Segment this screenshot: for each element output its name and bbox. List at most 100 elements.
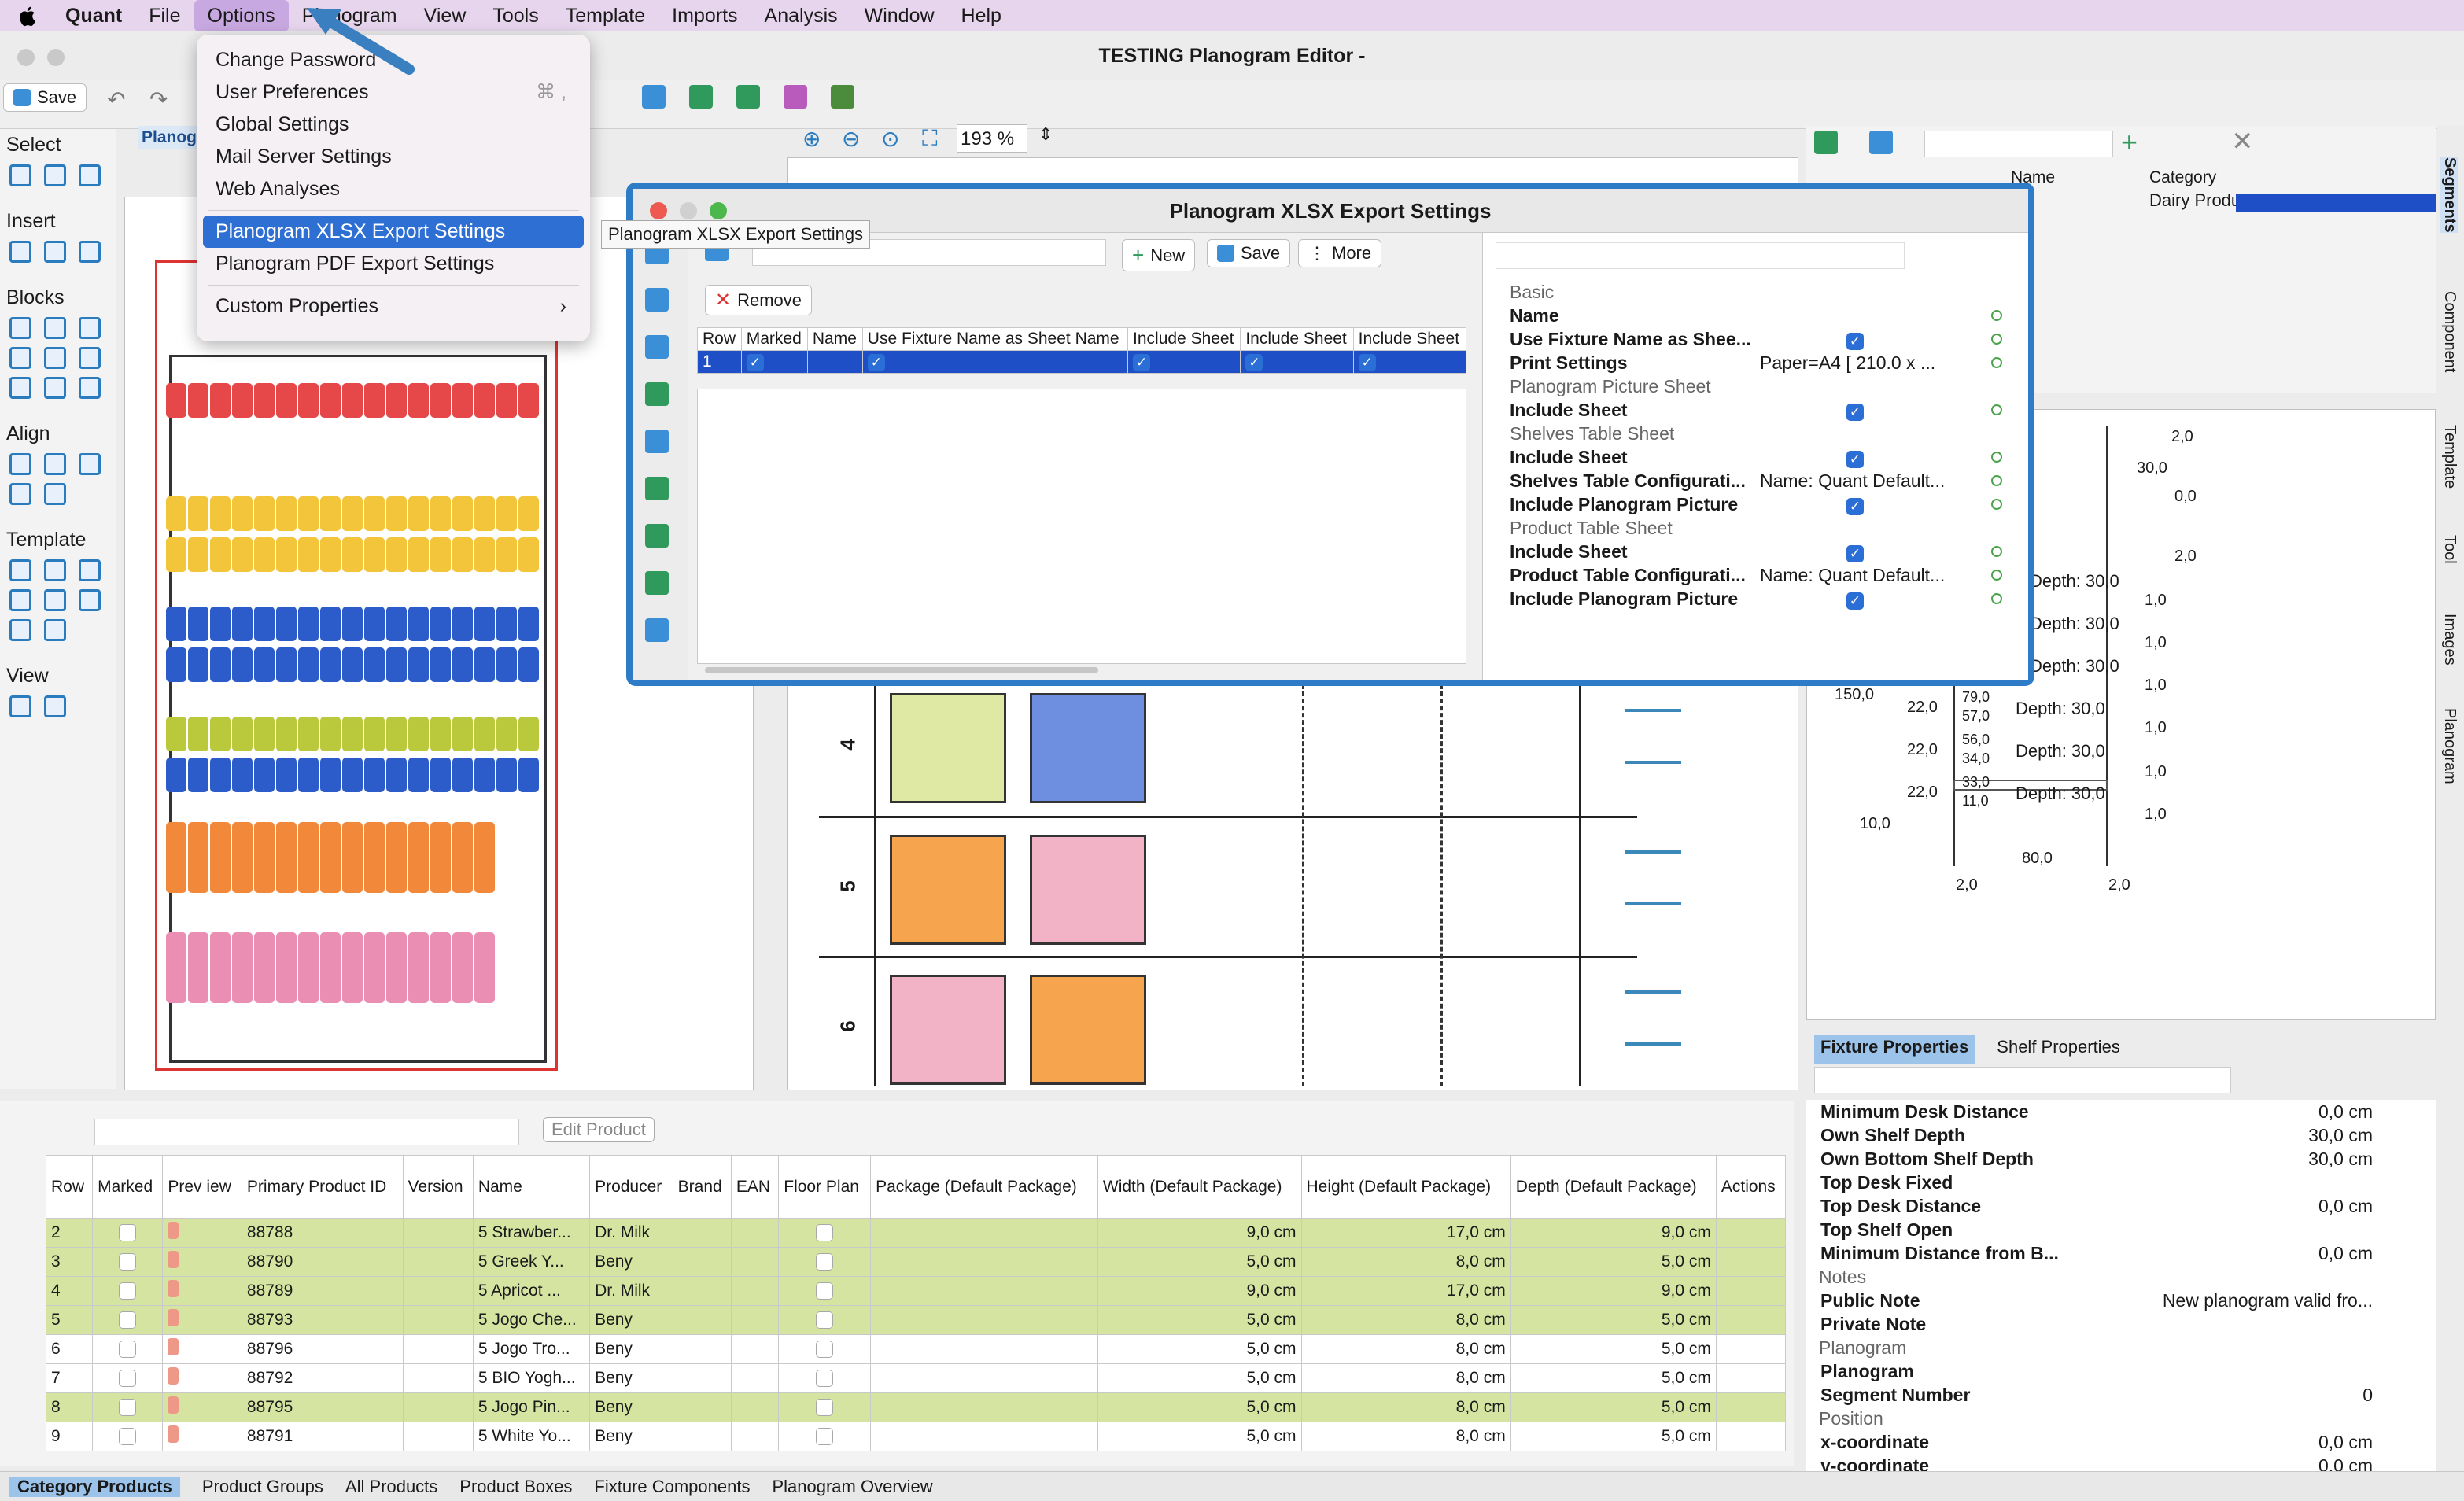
checkbox[interactable]: ✓ <box>867 354 885 371</box>
menu-imports[interactable]: Imports <box>658 0 751 31</box>
zoom-stepper[interactable]: ⇕ <box>1038 124 1053 145</box>
checkbox[interactable]: ✓ <box>1358 354 1376 371</box>
segments-search[interactable] <box>1924 131 2113 157</box>
tab-template[interactable]: Template <box>2440 425 2458 489</box>
products-search[interactable] <box>94 1119 519 1145</box>
column-header[interactable]: Package (Default Package) <box>870 1155 1098 1219</box>
reset-icon[interactable] <box>1991 310 2002 321</box>
template-d-icon[interactable] <box>9 589 31 611</box>
window-close-button[interactable] <box>17 49 35 66</box>
column-header[interactable]: EAN <box>730 1155 780 1219</box>
checkbox[interactable]: ✓ <box>1846 333 1864 350</box>
column-header[interactable]: Use Fixture Name as Sheet Name <box>861 327 1129 351</box>
column-header[interactable]: Marked <box>92 1155 164 1219</box>
csv-icon[interactable] <box>645 571 669 595</box>
checkbox[interactable]: ✓ <box>816 1224 834 1241</box>
checkbox[interactable]: ✓ <box>816 1370 834 1387</box>
multi-select-icon[interactable] <box>44 164 66 186</box>
properties-search[interactable] <box>1496 242 1905 269</box>
table-icon[interactable] <box>1869 131 1893 154</box>
tab-planogram-overview[interactable]: Planogram Overview <box>772 1477 932 1497</box>
product-drmilk-strawberry-2[interactable] <box>890 975 1006 1085</box>
property-row[interactable]: Planogram <box>1806 1359 2420 1383</box>
reset-icon[interactable] <box>1991 546 2002 557</box>
menu-window[interactable]: Window <box>851 0 948 31</box>
property-value[interactable]: Paper=A4 [ 210.0 x ... <box>1760 351 1935 374</box>
table-row[interactable]: 2✓887885 Strawber...Dr. Milk✓9,0 cm17,0 … <box>45 1218 1787 1248</box>
insert-divider-icon[interactable] <box>44 241 66 263</box>
checkbox[interactable]: ✓ <box>816 1282 834 1300</box>
reset-icon[interactable] <box>1991 357 2002 368</box>
save-button[interactable]: Save <box>3 83 87 112</box>
property-row[interactable]: Include Planogram Picture ✓ <box>1483 587 2034 610</box>
remove-button[interactable]: ✕ Remove <box>705 285 813 315</box>
block-3d-icon[interactable] <box>79 317 101 339</box>
menu-item-pdf-export-settings[interactable]: Planogram PDF Export Settings <box>197 248 590 280</box>
table-row[interactable]: 9✓887915 White Yo...Beny✓5,0 cm8,0 cm5,0… <box>45 1422 1787 1451</box>
checkbox[interactable]: ✓ <box>119 1253 137 1271</box>
align-right-icon[interactable] <box>79 453 101 475</box>
menu-analysis[interactable]: Analysis <box>751 0 851 31</box>
shelf-menu-icon[interactable] <box>1625 850 1681 905</box>
property-row[interactable]: Shelves Table Configurati... Name: Quant … <box>1483 469 2034 492</box>
copy-icon[interactable] <box>645 288 669 312</box>
table-row[interactable]: 5✓887935 Jogo Che...Beny✓5,0 cm8,0 cm5,0… <box>45 1305 1787 1335</box>
add-icon[interactable]: + <box>2121 126 2138 159</box>
property-row[interactable]: Include Planogram Picture ✓ <box>1483 492 2034 516</box>
property-row[interactable]: Name <box>1483 304 2034 327</box>
property-row[interactable]: Print Settings Paper=A4 [ 210.0 x ... <box>1483 351 2034 374</box>
menu-template[interactable]: Template <box>552 0 658 31</box>
zoom-input[interactable]: 193 % <box>957 124 1027 153</box>
template-g-icon[interactable] <box>9 619 31 641</box>
property-row[interactable]: Top Desk Distance 0,0 cm <box>1806 1194 2420 1218</box>
column-header[interactable]: Prev iew <box>162 1155 242 1219</box>
menu-item-global-settings[interactable]: Global Settings <box>197 109 590 141</box>
xlsx-icon[interactable] <box>736 85 760 109</box>
column-header[interactable]: Producer <box>589 1155 673 1219</box>
reset-icon[interactable] <box>1991 570 2002 581</box>
property-row[interactable]: Minimum Desk Distance 0,0 cm <box>1806 1100 2420 1123</box>
product-jogo[interactable] <box>890 693 1006 803</box>
block-grid-icon[interactable] <box>9 317 31 339</box>
more-button[interactable]: ⋮ More <box>1298 239 1382 267</box>
block-merge-icon[interactable] <box>9 347 31 369</box>
column-header[interactable]: Version <box>402 1155 474 1219</box>
block-copy-icon[interactable] <box>44 377 66 399</box>
property-group-header[interactable]: Planogram Picture Sheet <box>1483 374 2034 398</box>
menu-options[interactable]: Options <box>194 0 289 31</box>
tab-tool[interactable]: Tool <box>2440 535 2458 564</box>
reset-icon[interactable] <box>1991 593 2002 604</box>
dialog-save-button[interactable]: Save <box>1207 239 1291 267</box>
property-row[interactable]: Public Note New planogram valid fro... <box>1806 1289 2420 1312</box>
property-value[interactable]: Name: Quant Default... <box>1760 563 1945 587</box>
property-value[interactable]: Name: Quant Default... <box>1760 469 1945 492</box>
insert-shelf-icon[interactable] <box>9 241 31 263</box>
product-jogurt[interactable] <box>1030 693 1146 803</box>
compare-icon[interactable] <box>784 85 807 109</box>
block-split-icon[interactable] <box>79 347 101 369</box>
block-rotate-icon[interactable] <box>44 347 66 369</box>
dialog-hscroll[interactable] <box>705 667 1098 673</box>
property-row[interactable]: Own Bottom Shelf Depth 30,0 cm <box>1806 1147 2420 1171</box>
align-center-icon[interactable] <box>44 453 66 475</box>
table-row[interactable]: 3✓887905 Greek Y...Beny✓5,0 cm8,0 cm5,0 … <box>45 1247 1787 1277</box>
reset-icon[interactable] <box>1991 499 2002 510</box>
undo-icon[interactable]: ↶ <box>107 87 125 112</box>
property-group-header[interactable]: Planogram <box>1806 1336 2420 1359</box>
app-menu[interactable]: Quant <box>52 0 135 31</box>
column-header[interactable]: Width (Default Package) <box>1097 1155 1302 1219</box>
product-drmilk-apricot[interactable] <box>890 835 1006 945</box>
xlsx-icon[interactable] <box>645 477 669 500</box>
tab-fixture-properties[interactable]: Fixture Properties <box>1814 1035 1975 1064</box>
block-flip-icon[interactable] <box>79 377 101 399</box>
tab-product-groups[interactable]: Product Groups <box>202 1477 323 1497</box>
product-drmilk-apricot-2[interactable] <box>1030 975 1146 1085</box>
column-header[interactable]: Name <box>472 1155 591 1219</box>
template-e-icon[interactable] <box>44 589 66 611</box>
column-header[interactable]: Floor Plan <box>778 1155 872 1219</box>
tab-shelf-properties[interactable]: Shelf Properties <box>1990 1035 2126 1064</box>
zoom-reset-icon[interactable]: ⛶ <box>922 126 938 152</box>
edit-product-button[interactable]: Edit Product <box>543 1117 655 1142</box>
planogram-tool-icon[interactable] <box>642 85 666 109</box>
property-row[interactable]: Include Sheet ✓ <box>1483 398 2034 422</box>
